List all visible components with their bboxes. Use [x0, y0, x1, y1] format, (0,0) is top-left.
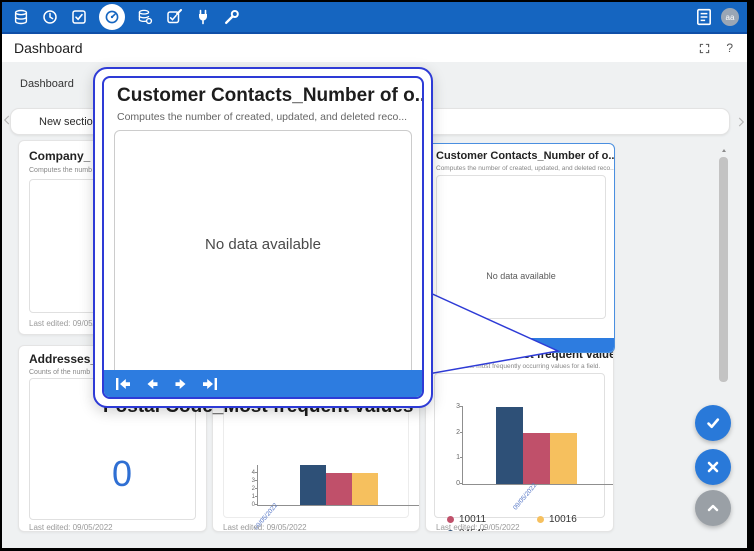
- app-window: aa Dashboard ? Dashboard t New section C…: [0, 0, 754, 551]
- x-axis-date-label: 09/05/2022: [512, 482, 538, 511]
- bar-94545: [496, 407, 523, 484]
- bar-10011: [523, 433, 550, 484]
- popup-card: Customer Contacts_Number of o... Compute…: [102, 76, 424, 399]
- toolbar-icons: [12, 4, 241, 30]
- y-axis-tick: 0: [245, 502, 255, 508]
- last-page-icon[interactable]: [485, 340, 495, 350]
- popup-content-box: No data available: [114, 130, 412, 380]
- tabs-scroll-right-icon[interactable]: [735, 116, 747, 128]
- bar-chart-postal: 0123 09/05/2022: [462, 407, 614, 485]
- no-data-message: No data available: [115, 236, 411, 253]
- bar-new-york: [300, 465, 326, 505]
- breadcrumb-dashboard[interactable]: Dashboard: [20, 78, 74, 90]
- previous-page-icon[interactable]: [451, 340, 461, 350]
- no-data-message: No data available: [437, 271, 605, 281]
- card-subtitle: Computes the most frequently occurring v…: [434, 363, 600, 370]
- last-edited-label: Last edited: 09/05/2022: [436, 523, 520, 532]
- card-subtitle: Computes the numb: [29, 167, 92, 174]
- bar-abilene: [326, 473, 352, 505]
- confirm-button[interactable]: [695, 405, 731, 441]
- page-title: Dashboard: [14, 40, 83, 56]
- y-axis-tick: 3: [245, 478, 255, 484]
- bar-10016: [550, 433, 577, 484]
- card-postal-frequent-values[interactable]: Postal Code_Most frequent values Compute…: [425, 345, 614, 532]
- bar-miami: [352, 473, 378, 505]
- y-axis-tick: 4: [245, 470, 255, 476]
- y-axis-tick: 0: [450, 480, 460, 487]
- database-gear-icon[interactable]: [136, 8, 154, 26]
- y-axis-tick: 2: [450, 429, 460, 436]
- cancel-button[interactable]: [695, 449, 731, 485]
- y-axis-tick: 1: [450, 454, 460, 461]
- y-axis-tick: 2: [245, 486, 255, 492]
- card-customer-contacts[interactable]: Customer Contacts_Number of o... Compute…: [427, 143, 615, 353]
- card-subtitle: Computes the number of created, updated,…: [436, 165, 615, 172]
- help-icon[interactable]: ?: [726, 41, 733, 55]
- card-title: Addresses_: [29, 352, 97, 366]
- last-edited-label: Last edited: 09/05/2022: [29, 523, 113, 532]
- scroll-to-top-button[interactable]: [695, 490, 731, 526]
- close-icon: [705, 459, 721, 475]
- first-page-icon[interactable]: [114, 376, 132, 392]
- card-title: Company_: [29, 149, 90, 163]
- gauge-icon[interactable]: [99, 4, 125, 30]
- popup-title: Customer Contacts_Number of o...: [117, 85, 424, 107]
- popup-pagination-bar: [104, 370, 422, 397]
- form-list-icon[interactable]: [695, 8, 713, 26]
- last-page-icon[interactable]: [201, 376, 219, 392]
- tab-new-section[interactable]: New section: [39, 116, 99, 128]
- next-page-icon[interactable]: [468, 340, 478, 350]
- page-header: Dashboard ?: [2, 34, 747, 62]
- top-toolbar: aa: [2, 2, 747, 34]
- y-axis-tick: 1: [245, 494, 255, 500]
- popup-subtitle: Computes the number of created, updated,…: [117, 111, 407, 123]
- y-axis-tick: 3: [450, 403, 460, 410]
- card-title: Customer Contacts_Number of o...: [436, 150, 615, 162]
- toolbar-right: aa: [695, 8, 739, 26]
- check-icon: [705, 415, 721, 431]
- avatar[interactable]: aa: [721, 8, 739, 26]
- chart-plot-area: 01234: [257, 465, 420, 506]
- legend-item: 10016: [537, 514, 577, 525]
- plug-icon[interactable]: [194, 8, 212, 26]
- card-subtitle: Counts of the numb: [29, 369, 90, 376]
- magnifier-popup: Customer Contacts_Number of o... Compute…: [93, 67, 433, 408]
- first-page-icon[interactable]: [434, 340, 444, 350]
- chevron-up-icon: [705, 500, 721, 516]
- fullscreen-icon[interactable]: [699, 43, 710, 54]
- database-icon[interactable]: [12, 8, 30, 26]
- scrollbar-thumb[interactable]: [719, 157, 728, 382]
- card-pagination-bar: [428, 338, 614, 352]
- checklist-icon[interactable]: [70, 8, 88, 26]
- last-edited-label: Last edited: 09/05/2022: [223, 523, 307, 532]
- validation-icon[interactable]: [165, 8, 183, 26]
- clock-icon[interactable]: [41, 8, 59, 26]
- previous-page-icon[interactable]: [143, 376, 161, 392]
- scrollbar-up-arrow[interactable]: [719, 147, 729, 155]
- count-value: 0: [112, 453, 132, 495]
- bar-chart-city: 01234 09/05/2022: [257, 465, 420, 506]
- chart-plot-area: 0123: [462, 407, 614, 485]
- card-content-box: No data available: [436, 175, 606, 319]
- card-content-box: 0123 09/05/2022 100111001694545: [434, 373, 605, 518]
- wrench-icon[interactable]: [223, 8, 241, 26]
- next-page-icon[interactable]: [172, 376, 190, 392]
